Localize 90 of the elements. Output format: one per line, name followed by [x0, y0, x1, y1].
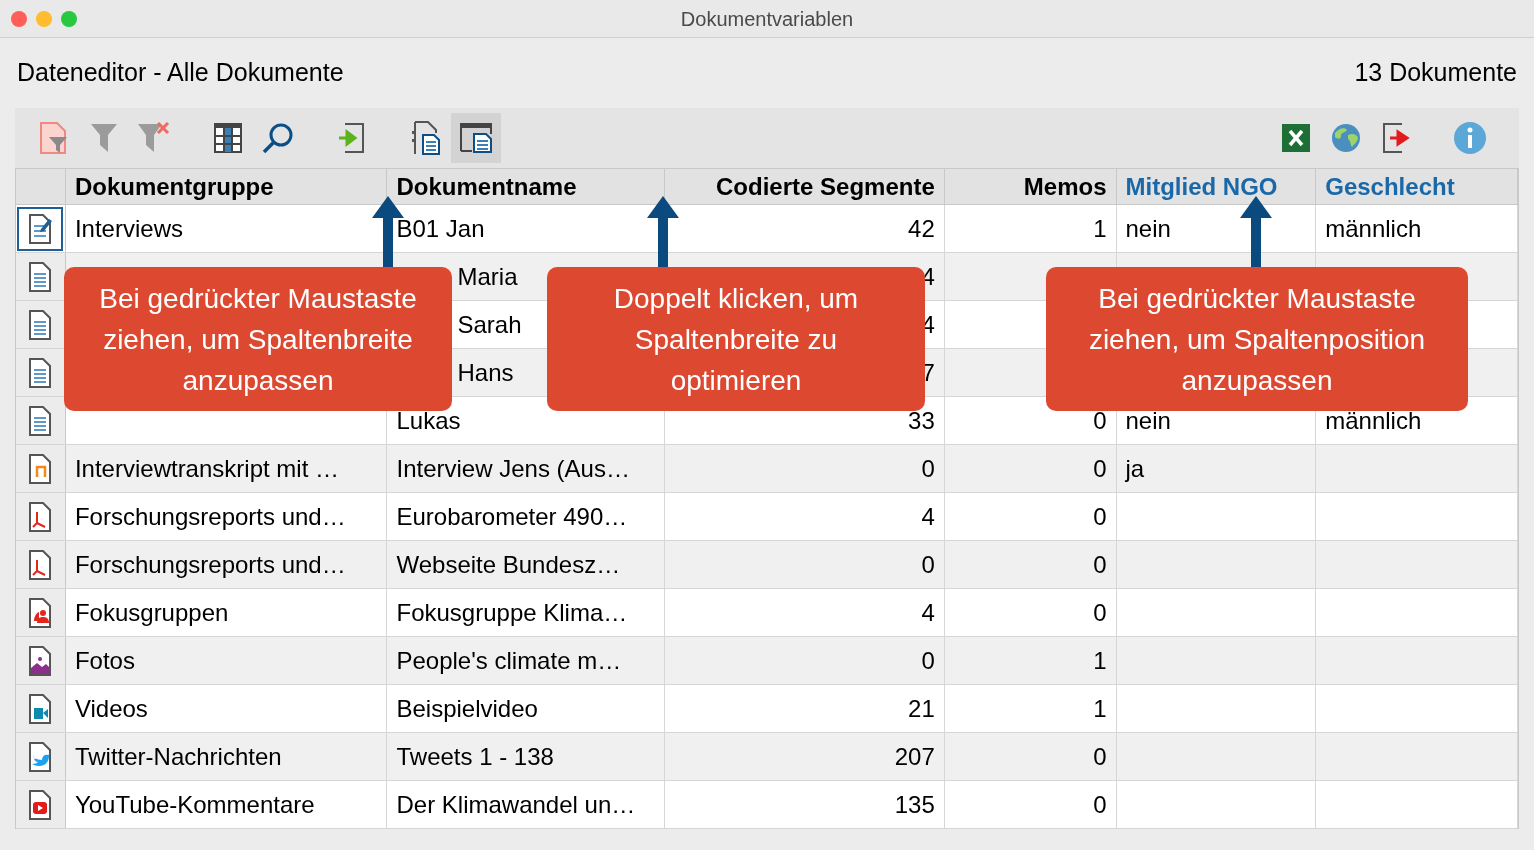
table-cell-text: 42	[908, 213, 935, 244]
table-cell-text: 0	[921, 453, 935, 484]
table-cell-text: 207	[894, 741, 935, 772]
table-cell-text: 0	[921, 645, 935, 676]
table-icon	[214, 123, 242, 153]
document-window-icon	[460, 123, 492, 153]
callout-tooltip: Bei gedrückter Maustaste ziehen, um Spaltenbreite anzupassen	[64, 267, 452, 411]
table-cell-text: Forschungsreports und…	[74, 549, 346, 580]
audio-document-icon	[27, 452, 54, 485]
toolbar-button[interactable]	[451, 113, 501, 163]
table-cell-text: 0	[921, 549, 935, 580]
table-cell-text: B01 Jan	[396, 213, 485, 244]
table-cell-text: 0	[1093, 549, 1107, 580]
play-document-icon	[27, 788, 54, 821]
table-cell-text: Forschungsreports und…	[74, 501, 346, 532]
table-cell-text: Fokusgruppe Klima…	[396, 597, 628, 628]
table-cell-text: 4	[921, 501, 935, 532]
table-cell-text: Maria	[457, 261, 518, 292]
document-count: 13 Dokumente	[1354, 57, 1517, 89]
text-document-icon	[27, 260, 54, 293]
editor-title: Dateneditor - Alle Dokumente	[17, 57, 344, 89]
edit-document-icon	[27, 212, 54, 245]
table-row[interactable]: YouTube-Kommentare Der Klimawandel un… 135 0	[16, 781, 1518, 829]
table-cell-text: Twitter-Nachrichten	[74, 741, 282, 772]
column-header[interactable]: Geschlecht	[1316, 169, 1518, 204]
table-cell-text: Tweets 1 - 138	[396, 741, 554, 772]
table-cell-text: Videos	[74, 693, 148, 724]
table-cell-text: Hans	[457, 357, 514, 388]
table-cell-text: 1	[1093, 213, 1107, 244]
filter-icon	[91, 122, 117, 154]
filter-document-icon	[39, 121, 69, 155]
document-list-icon	[411, 121, 441, 155]
callout-tooltip: Doppelt klicken, um Spaltenbreite zu optimieren	[547, 267, 925, 411]
table-row[interactable]: Twitter-Nachrichten Tweets 1 - 138 207 0	[16, 733, 1518, 781]
table-row[interactable]: Interviews B01 Jan 42 1 nein männlich	[16, 205, 1518, 253]
export-icon	[1382, 123, 1410, 153]
column-header[interactable]: Memos	[944, 169, 1117, 204]
globe-icon	[1331, 123, 1361, 153]
table-cell-text: Interview Jens (Aus…	[396, 453, 630, 484]
table-cell-text: Fokusgruppen	[74, 597, 229, 628]
table-cell-text: Fotos	[74, 645, 135, 676]
table-row[interactable]: Forschungsreports und… Webseite Bundesz… 0 0	[16, 541, 1518, 589]
bird-document-icon	[27, 740, 54, 773]
info-icon	[1454, 122, 1486, 154]
pdf-document-icon	[27, 548, 54, 581]
table-cell-text: Webseite Bundesz…	[396, 549, 621, 580]
import-icon	[339, 123, 365, 153]
table-cell-text: 4	[921, 597, 935, 628]
table-cell-text: männlich	[1325, 213, 1422, 244]
zoom-button[interactable]	[61, 10, 77, 27]
table-cell-text: Beispielvideo	[396, 693, 538, 724]
table-row[interactable]: Interviewtranskript mit … Interview Jens (Aus… 0 0 ja	[16, 445, 1518, 493]
table-cell-text: People's climate m…	[396, 645, 622, 676]
text-document-icon	[27, 356, 54, 389]
close-button[interactable]	[11, 10, 27, 27]
search-icon	[262, 122, 294, 154]
callout-tooltip: Bei gedrückter Maustaste ziehen, um Spaltenposition anzupassen	[1046, 267, 1468, 411]
group-document-icon	[27, 596, 54, 629]
pdf-document-icon	[27, 500, 54, 533]
table-cell-text: 21	[908, 693, 935, 724]
arrow-drawing	[647, 196, 679, 268]
filter-clear-icon	[138, 122, 170, 154]
table-cell-text: 135	[894, 789, 935, 820]
arrow-drawing	[1240, 196, 1272, 268]
window-title: Dokumentvariablen	[680, 7, 854, 32]
table-cell-text: Der Klimawandel un…	[396, 789, 636, 820]
table-row[interactable]: Fokusgruppen Fokusgruppe Klima… 4 0	[16, 589, 1518, 637]
table-cell-text: Interviews	[74, 213, 183, 244]
table-cell-text: Eurobarometer 490…	[396, 501, 628, 532]
table-cell-text: 0	[1093, 597, 1107, 628]
table-cell-text: Interviewtranskript mit …	[74, 453, 339, 484]
table-cell-text: 0	[1093, 741, 1107, 772]
table-cell-text: 0	[1093, 501, 1107, 532]
table-row[interactable]: Forschungsreports und… Eurobarometer 490… 4 0	[16, 493, 1518, 541]
text-document-icon	[27, 308, 54, 341]
spreadsheet-icon	[1282, 124, 1310, 152]
table-row[interactable]: Fotos People's climate m… 0 1	[16, 637, 1518, 685]
table-cell-text: 1	[1093, 693, 1107, 724]
table-cell-text: ja	[1125, 453, 1145, 484]
video-document-icon	[27, 692, 54, 725]
minimize-button[interactable]	[36, 10, 52, 27]
table-cell-text: 0	[1093, 453, 1107, 484]
table-cell-text: Sarah	[457, 309, 522, 340]
text-document-icon	[27, 404, 54, 437]
table-cell-text: 1	[1093, 645, 1107, 676]
image-document-icon	[27, 644, 54, 677]
table-cell-text: nein	[1125, 213, 1171, 244]
table-cell-text: YouTube-Kommentare	[74, 789, 315, 820]
table-cell-text: 0	[1093, 789, 1107, 820]
table-row[interactable]: Videos Beispielvideo 21 1	[16, 685, 1518, 733]
